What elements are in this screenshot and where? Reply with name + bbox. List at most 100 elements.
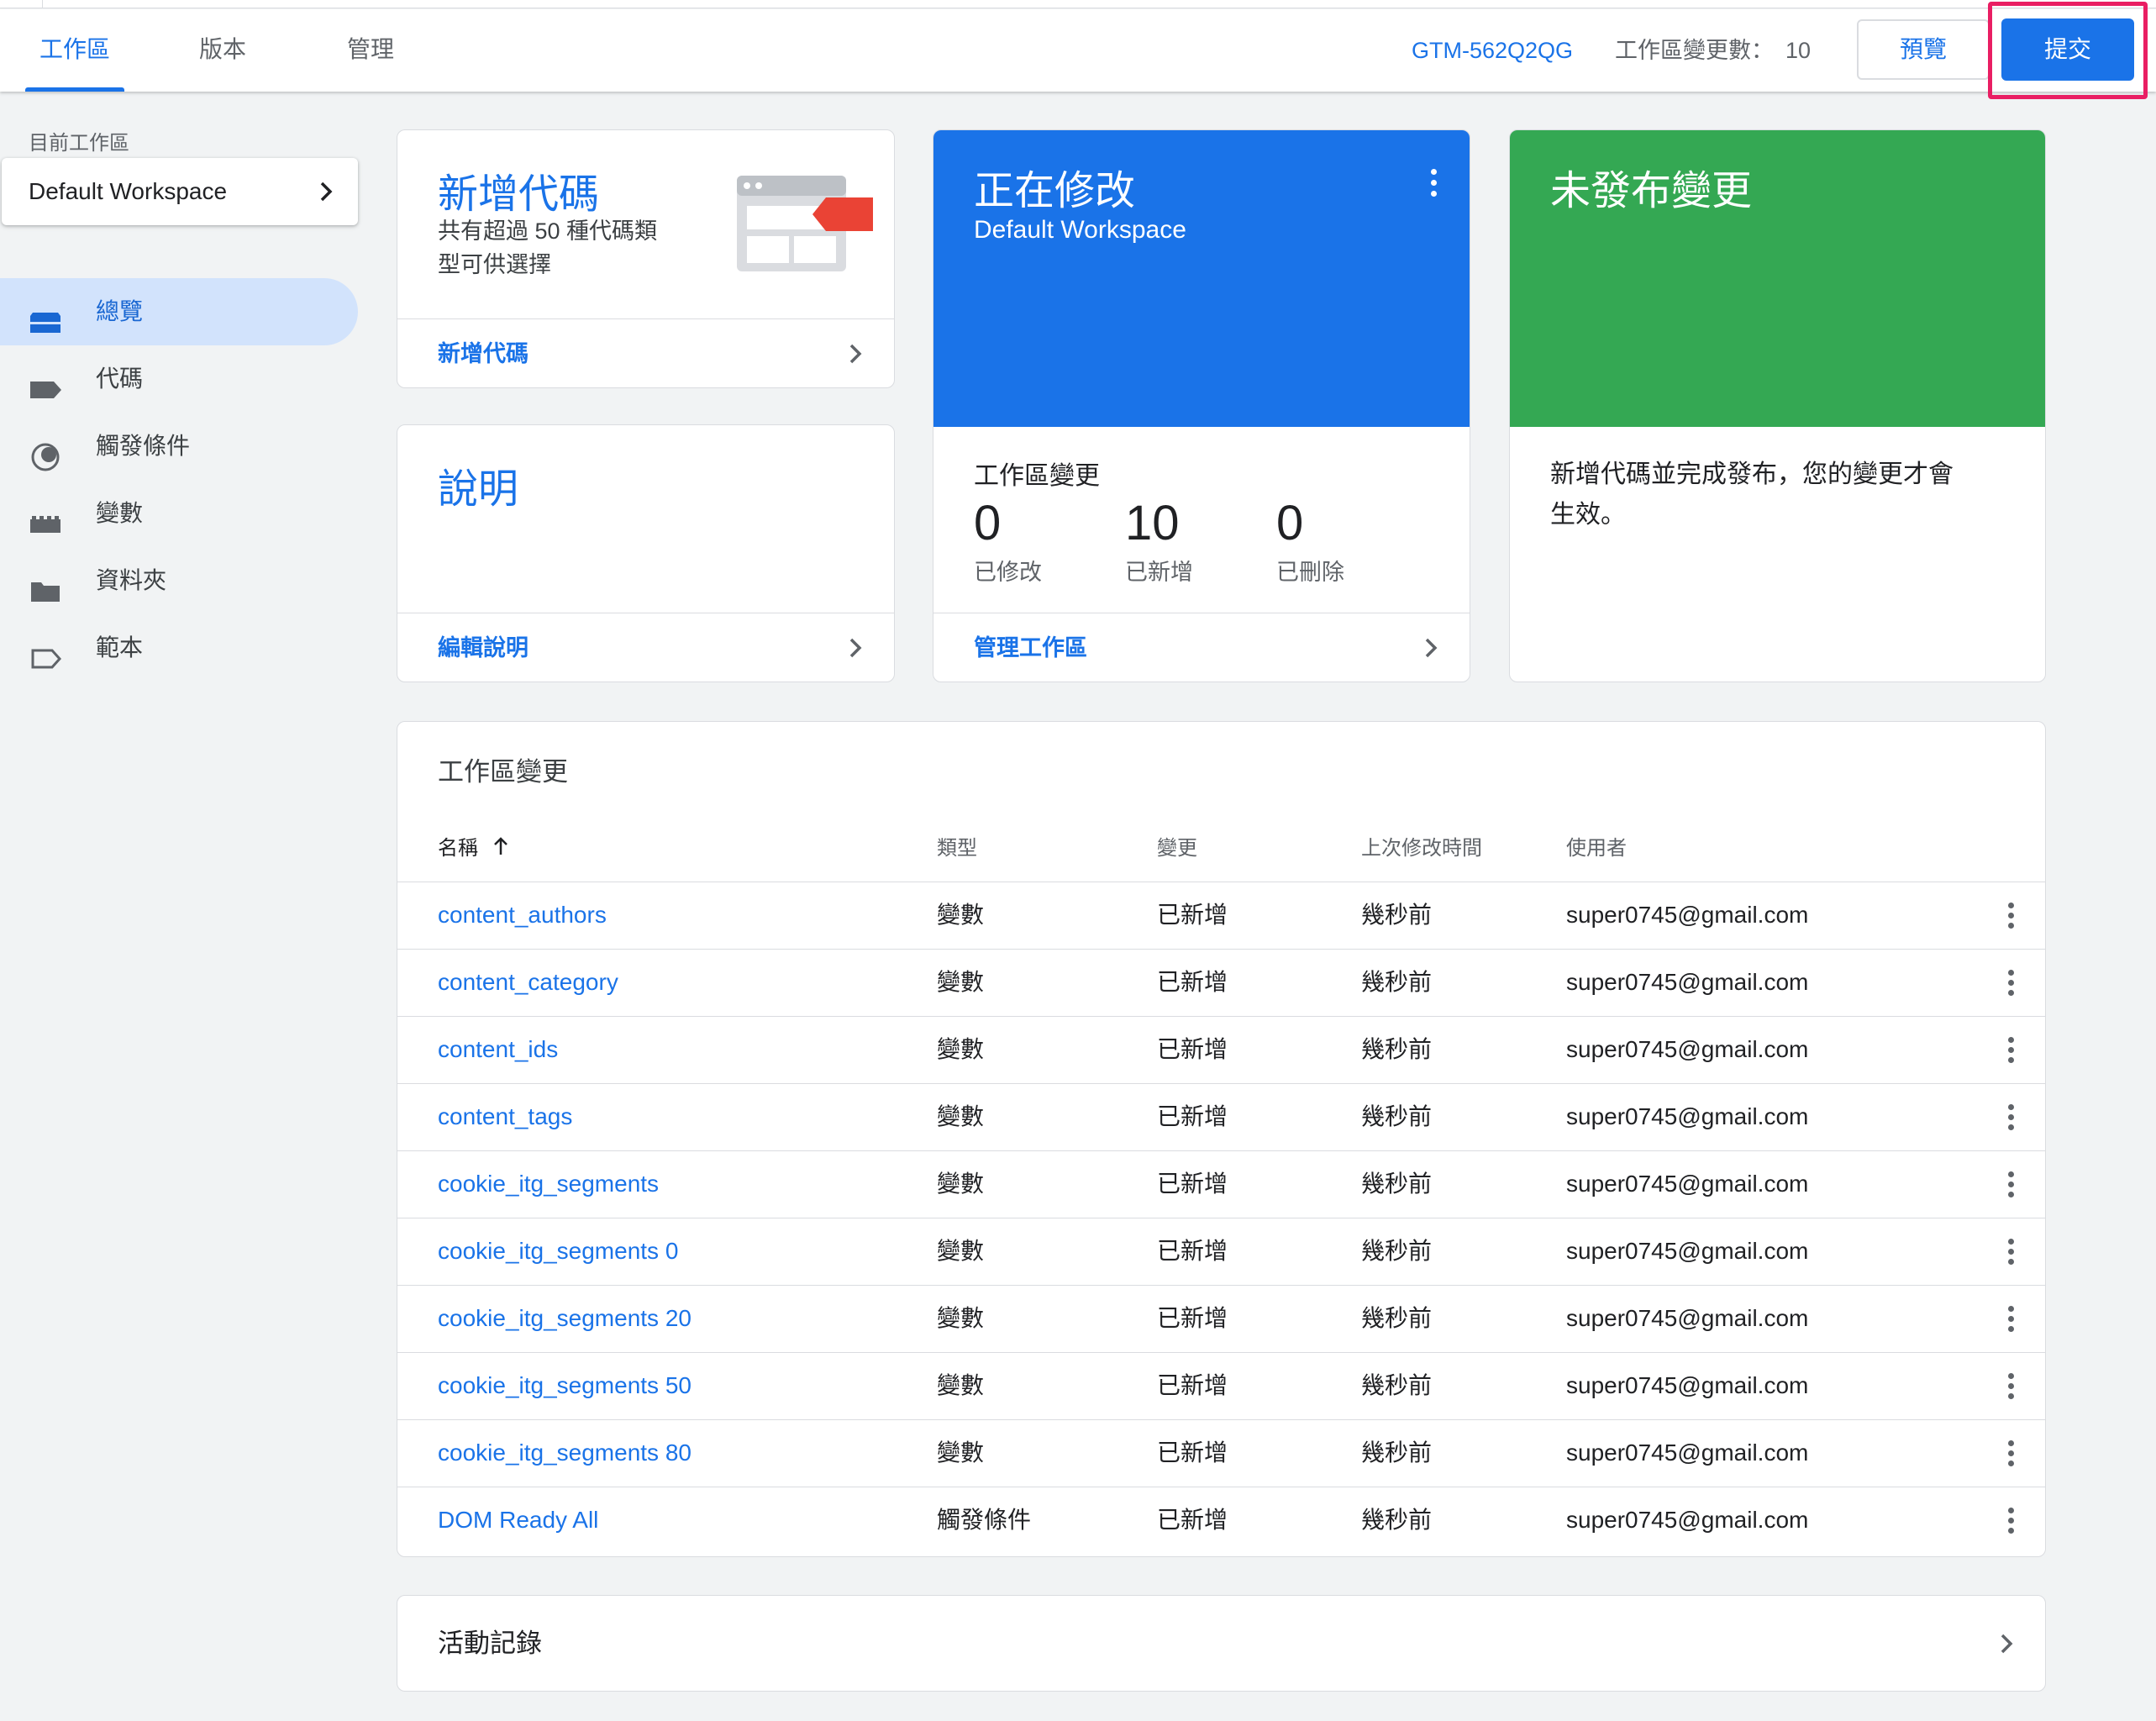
preview-button[interactable]: 預覽 [1857,19,1990,80]
row-user: super0745@gmail.com [1566,1103,1809,1129]
row-user: super0745@gmail.com [1566,1439,1809,1466]
sidebar-item-label: 變數 [96,500,144,526]
tab-versions[interactable]: 版本 [187,9,259,92]
row-name-link[interactable]: content_ids [438,1017,558,1082]
sidebar-item-label: 總覽 [96,298,144,324]
row-type: 變數 [937,1305,985,1331]
workspace-changes-count: 10 [1785,38,1812,63]
manage-workspace-label: 管理工作區 [974,635,1087,661]
more-options-icon[interactable] [1426,169,1441,197]
activity-history-card[interactable]: 活動記錄 [397,1595,2046,1692]
row-more-options-icon[interactable] [2001,1037,2021,1064]
row-name-link[interactable]: cookie_itg_segments [438,1151,659,1217]
row-modified-time: 幾秒前 [1361,902,1433,928]
unpublished-description-line: 新增代碼並完成發布，您的變更才會 [1550,461,1954,488]
row-type: 變數 [937,902,985,928]
now-editing-card: 正在修改 Default Workspace 工作區變更 0 已修改 10 已新… [933,129,1470,682]
table-row: cookie_itg_segments 80 變數 已新增 幾秒前 super0745@… [397,1419,2045,1487]
stat-label: 已新增 [1125,560,1193,585]
row-user: super0745@gmail.com [1566,1507,1809,1533]
sort-ascending-icon [492,836,509,862]
new-tag-card: 新增代碼 共有超過 50 種代碼類 型可供選擇 新增代碼 [397,129,895,388]
table-row: content_authors 變數 已新增 幾秒前 super0745@gmail.c… [397,882,2045,949]
row-modified-time: 幾秒前 [1361,1171,1433,1197]
row-change: 已新增 [1157,1036,1228,1062]
column-header-name[interactable]: 名稱 [438,831,509,862]
stat-value: 10 [1125,496,1180,550]
column-header-modified[interactable]: 上次修改時間 [1361,831,1482,860]
row-type: 變數 [937,1103,985,1129]
row-name-link[interactable]: cookie_itg_segments 50 [438,1353,691,1418]
row-more-options-icon[interactable] [2001,1373,2021,1400]
stat-label: 已修改 [974,560,1042,585]
row-more-options-icon[interactable] [2001,903,2021,929]
edit-description-link[interactable]: 編輯說明 [397,613,894,682]
sidebar-item-label: 觸發條件 [96,433,191,459]
row-more-options-icon[interactable] [2001,1104,2021,1131]
sidebar-item-tags[interactable]: 代碼 [0,345,358,413]
row-user: super0745@gmail.com [1566,1036,1809,1062]
row-change: 已新增 [1157,1171,1228,1197]
new-tag-link-label: 新增代碼 [438,341,528,366]
row-more-options-icon[interactable] [2001,1440,2021,1467]
sidebar-item-folders[interactable]: 資料夾 [0,547,358,614]
column-header-type[interactable]: 類型 [937,831,977,860]
row-user: super0745@gmail.com [1566,1171,1809,1197]
table-row: cookie_itg_segments 50 變數 已新增 幾秒前 super0745@… [397,1352,2045,1419]
tag-illustration-icon [737,176,880,282]
new-tag-link[interactable]: 新增代碼 [397,318,894,387]
row-modified-time: 幾秒前 [1361,1439,1433,1466]
container-id-link[interactable]: GTM-562Q2QG [1412,9,1573,92]
new-tag-title[interactable]: 新增代碼 [438,161,599,219]
chevron-right-icon [1422,613,1439,682]
row-name-link[interactable]: DOM Ready All [438,1487,598,1553]
table-title: 工作區變更 [438,757,568,787]
row-name-link[interactable]: content_category [438,950,618,1015]
unpublished-description: 新增代碼並完成發布，您的變更才會 生效。 [1550,455,1954,535]
table-row: DOM Ready All 觸發條件 已新增 幾秒前 super0745@gmail.c… [397,1487,2045,1554]
row-change: 已新增 [1157,1238,1228,1264]
row-more-options-icon[interactable] [2001,1306,2021,1333]
sidebar-item-triggers[interactable]: 觸發條件 [0,413,358,480]
stat-deleted: 0 已刪除 [1276,497,1344,587]
row-name-link[interactable]: content_authors [438,882,607,948]
now-editing-header: 正在修改 Default Workspace [933,130,1470,427]
row-more-options-icon[interactable] [2001,1171,2021,1198]
stat-value: 0 [974,496,1002,550]
sidebar-item-variables[interactable]: 變數 [0,480,358,547]
stat-added: 10 已新增 [1125,497,1193,587]
now-editing-title: 正在修改 [974,169,1136,213]
variable-icon [29,498,62,533]
column-header-user[interactable]: 使用者 [1566,831,1627,860]
template-icon [29,633,62,669]
manage-workspace-link[interactable]: 管理工作區 [933,613,1470,682]
row-change: 已新增 [1157,1305,1228,1331]
submit-button[interactable]: 提交 [2001,18,2134,81]
row-user: super0745@gmail.com [1566,1372,1809,1398]
new-tag-description-line: 共有超過 50 種代碼類 [438,218,658,244]
column-header-change[interactable]: 變更 [1157,831,1197,860]
row-change: 已新增 [1157,969,1228,995]
stat-value: 0 [1276,496,1304,550]
row-type: 變數 [937,1372,985,1398]
workspace-selector[interactable]: Default Workspace [2,158,358,225]
row-change: 已新增 [1157,1439,1228,1466]
sidebar-item-templates[interactable]: 範本 [0,614,358,682]
row-more-options-icon[interactable] [2001,1508,2021,1534]
row-more-options-icon[interactable] [2001,1239,2021,1266]
row-name-link[interactable]: content_tags [438,1084,572,1150]
row-name-link[interactable]: cookie_itg_segments 80 [438,1420,691,1486]
row-name-link[interactable]: cookie_itg_segments 20 [438,1286,691,1351]
row-user: super0745@gmail.com [1566,1238,1809,1264]
workspace-changes-heading: 工作區變更 [974,462,1100,490]
stat-modified: 0 已修改 [974,497,1042,587]
row-name-link[interactable]: cookie_itg_segments 0 [438,1218,678,1284]
sidebar-item-overview[interactable]: 總覽 [0,278,358,345]
chevron-right-icon [1998,1596,2015,1691]
tab-admin[interactable]: 管理 [334,9,407,92]
row-type: 觸發條件 [937,1507,1032,1533]
description-card: 說明 編輯說明 [397,424,895,682]
row-modified-time: 幾秒前 [1361,969,1433,995]
row-more-options-icon[interactable] [2001,970,2021,997]
tab-workspace[interactable]: 工作區 [25,9,124,92]
